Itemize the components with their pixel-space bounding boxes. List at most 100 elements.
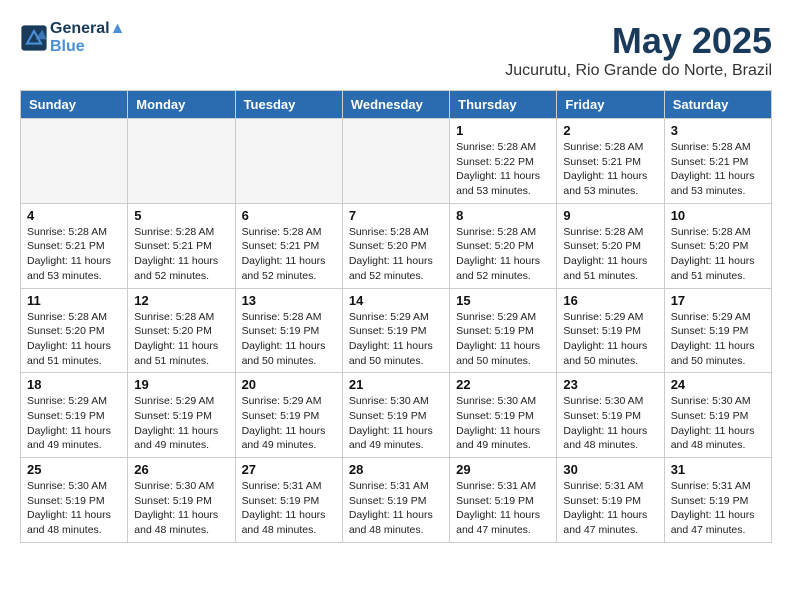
calendar-cell: 10Sunrise: 5:28 AM Sunset: 5:20 PM Dayli… [664, 203, 771, 288]
calendar-cell [21, 119, 128, 204]
day-number: 4 [27, 208, 121, 223]
day-detail: Sunrise: 5:29 AM Sunset: 5:19 PM Dayligh… [563, 310, 657, 369]
calendar-cell: 28 Sunrise: 5:31 AM Sunset: 5:19 PM Dayli… [342, 458, 449, 543]
day-number: 13 [242, 293, 336, 308]
calendar-cell: 30 Sunrise: 5:31 AM Sunset: 5:19 PM Dayli… [557, 458, 664, 543]
logo-text: General▲ Blue [50, 20, 125, 56]
day-number: 29 [456, 462, 550, 477]
day-number: 3 [671, 123, 765, 138]
day-detail: Sunrise: 5:28 AM Sunset: 5:20 PM Dayligh… [671, 225, 765, 284]
calendar-cell: 19 Sunrise: 5:29 AM Sunset: 5:19 PM Dayli… [128, 373, 235, 458]
calendar-cell: 13 Sunrise: 5:28 AM Sunset: 5:19 PM Dayli… [235, 288, 342, 373]
day-number: 24 [671, 377, 765, 392]
calendar-week-3: 11 Sunrise: 5:28 AM Sunset: 5:20 PM Dayli… [21, 288, 772, 373]
day-number: 1 [456, 123, 550, 138]
calendar-cell: 31 Sunrise: 5:31 AM Sunset: 5:19 PM Dayli… [664, 458, 771, 543]
calendar-cell: 29Sunrise: 5:31 AM Sunset: 5:19 PM Dayli… [450, 458, 557, 543]
calendar-week-2: 4 Sunrise: 5:28 AM Sunset: 5:21 PM Daylig… [21, 203, 772, 288]
logo: General▲ Blue [20, 20, 125, 56]
calendar-cell: 27Sunrise: 5:31 AM Sunset: 5:19 PM Dayli… [235, 458, 342, 543]
calendar-cell: 5Sunrise: 5:28 AM Sunset: 5:21 PM Daylig… [128, 203, 235, 288]
day-number: 21 [349, 377, 443, 392]
day-number: 18 [27, 377, 121, 392]
day-detail: Sunrise: 5:30 AM Sunset: 5:19 PM Dayligh… [563, 394, 657, 453]
calendar-week-4: 18 Sunrise: 5:29 AM Sunset: 5:19 PM Dayli… [21, 373, 772, 458]
day-detail: Sunrise: 5:30 AM Sunset: 5:19 PM Dayligh… [671, 394, 765, 453]
day-number: 28 [349, 462, 443, 477]
calendar-header-row: SundayMondayTuesdayWednesdayThursdayFrid… [21, 91, 772, 119]
day-detail: Sunrise: 5:30 AM Sunset: 5:19 PM Dayligh… [349, 394, 443, 453]
day-detail: Sunrise: 5:28 AM Sunset: 5:21 PM Dayligh… [134, 225, 228, 284]
day-detail: Sunrise: 5:28 AM Sunset: 5:20 PM Dayligh… [27, 310, 121, 369]
calendar-cell: 23 Sunrise: 5:30 AM Sunset: 5:19 PM Dayli… [557, 373, 664, 458]
header-thursday: Thursday [450, 91, 557, 119]
day-number: 17 [671, 293, 765, 308]
day-number: 15 [456, 293, 550, 308]
header-friday: Friday [557, 91, 664, 119]
day-detail: Sunrise: 5:28 AM Sunset: 5:22 PM Dayligh… [456, 140, 550, 199]
day-detail: Sunrise: 5:29 AM Sunset: 5:19 PM Dayligh… [242, 394, 336, 453]
header-sunday: Sunday [21, 91, 128, 119]
calendar-cell: 4 Sunrise: 5:28 AM Sunset: 5:21 PM Daylig… [21, 203, 128, 288]
day-detail: Sunrise: 5:28 AM Sunset: 5:21 PM Dayligh… [242, 225, 336, 284]
calendar-cell: 7Sunrise: 5:28 AM Sunset: 5:20 PM Daylig… [342, 203, 449, 288]
day-detail: Sunrise: 5:30 AM Sunset: 5:19 PM Dayligh… [456, 394, 550, 453]
day-number: 30 [563, 462, 657, 477]
calendar-cell: 21 Sunrise: 5:30 AM Sunset: 5:19 PM Dayli… [342, 373, 449, 458]
calendar-cell: 3 Sunrise: 5:28 AM Sunset: 5:21 PM Daylig… [664, 119, 771, 204]
day-detail: Sunrise: 5:28 AM Sunset: 5:21 PM Dayligh… [563, 140, 657, 199]
location: Jucurutu, Rio Grande do Norte, Brazil [505, 62, 772, 80]
day-detail: Sunrise: 5:28 AM Sunset: 5:21 PM Dayligh… [671, 140, 765, 199]
day-number: 11 [27, 293, 121, 308]
day-number: 20 [242, 377, 336, 392]
calendar-cell: 14Sunrise: 5:29 AM Sunset: 5:19 PM Dayli… [342, 288, 449, 373]
day-number: 23 [563, 377, 657, 392]
day-number: 12 [134, 293, 228, 308]
header-wednesday: Wednesday [342, 91, 449, 119]
day-detail: Sunrise: 5:28 AM Sunset: 5:21 PM Dayligh… [27, 225, 121, 284]
calendar-cell: 12 Sunrise: 5:28 AM Sunset: 5:20 PM Dayli… [128, 288, 235, 373]
calendar-cell: 15 Sunrise: 5:29 AM Sunset: 5:19 PM Dayli… [450, 288, 557, 373]
calendar-cell: 26 Sunrise: 5:30 AM Sunset: 5:19 PM Dayli… [128, 458, 235, 543]
title-area: May 2025 Jucurutu, Rio Grande do Norte, … [505, 20, 772, 80]
calendar-cell: 24 Sunrise: 5:30 AM Sunset: 5:19 PM Dayli… [664, 373, 771, 458]
day-detail: Sunrise: 5:28 AM Sunset: 5:20 PM Dayligh… [456, 225, 550, 284]
day-detail: Sunrise: 5:29 AM Sunset: 5:19 PM Dayligh… [134, 394, 228, 453]
day-number: 27 [242, 462, 336, 477]
calendar-cell [128, 119, 235, 204]
calendar-week-5: 25 Sunrise: 5:30 AM Sunset: 5:19 PM Dayli… [21, 458, 772, 543]
page-header: General▲ Blue May 2025 Jucurutu, Rio Gra… [20, 20, 772, 80]
day-detail: Sunrise: 5:30 AM Sunset: 5:19 PM Dayligh… [134, 479, 228, 538]
day-detail: Sunrise: 5:31 AM Sunset: 5:19 PM Dayligh… [671, 479, 765, 538]
day-number: 6 [242, 208, 336, 223]
calendar-cell: 6 Sunrise: 5:28 AM Sunset: 5:21 PM Daylig… [235, 203, 342, 288]
day-number: 26 [134, 462, 228, 477]
calendar-cell: 8Sunrise: 5:28 AM Sunset: 5:20 PM Daylig… [450, 203, 557, 288]
day-detail: Sunrise: 5:28 AM Sunset: 5:20 PM Dayligh… [134, 310, 228, 369]
day-detail: Sunrise: 5:29 AM Sunset: 5:19 PM Dayligh… [27, 394, 121, 453]
day-number: 19 [134, 377, 228, 392]
calendar-cell: 17 Sunrise: 5:29 AM Sunset: 5:19 PM Dayli… [664, 288, 771, 373]
calendar-cell: 25Sunrise: 5:30 AM Sunset: 5:19 PM Dayli… [21, 458, 128, 543]
calendar-cell: 18 Sunrise: 5:29 AM Sunset: 5:19 PM Dayli… [21, 373, 128, 458]
day-detail: Sunrise: 5:29 AM Sunset: 5:19 PM Dayligh… [456, 310, 550, 369]
day-detail: Sunrise: 5:29 AM Sunset: 5:19 PM Dayligh… [349, 310, 443, 369]
day-number: 25 [27, 462, 121, 477]
calendar-cell: 1 Sunrise: 5:28 AM Sunset: 5:22 PM Daylig… [450, 119, 557, 204]
day-number: 31 [671, 462, 765, 477]
logo-icon [20, 24, 48, 52]
header-saturday: Saturday [664, 91, 771, 119]
header-monday: Monday [128, 91, 235, 119]
calendar-cell: 16Sunrise: 5:29 AM Sunset: 5:19 PM Dayli… [557, 288, 664, 373]
calendar-cell: 20 Sunrise: 5:29 AM Sunset: 5:19 PM Dayli… [235, 373, 342, 458]
day-number: 2 [563, 123, 657, 138]
day-detail: Sunrise: 5:31 AM Sunset: 5:19 PM Dayligh… [349, 479, 443, 538]
day-detail: Sunrise: 5:31 AM Sunset: 5:19 PM Dayligh… [563, 479, 657, 538]
calendar-cell: 9Sunrise: 5:28 AM Sunset: 5:20 PM Daylig… [557, 203, 664, 288]
day-detail: Sunrise: 5:29 AM Sunset: 5:19 PM Dayligh… [671, 310, 765, 369]
month-title: May 2025 [505, 20, 772, 62]
day-detail: Sunrise: 5:28 AM Sunset: 5:20 PM Dayligh… [349, 225, 443, 284]
calendar-cell [235, 119, 342, 204]
day-detail: Sunrise: 5:28 AM Sunset: 5:19 PM Dayligh… [242, 310, 336, 369]
calendar-cell: 2 Sunrise: 5:28 AM Sunset: 5:21 PM Daylig… [557, 119, 664, 204]
